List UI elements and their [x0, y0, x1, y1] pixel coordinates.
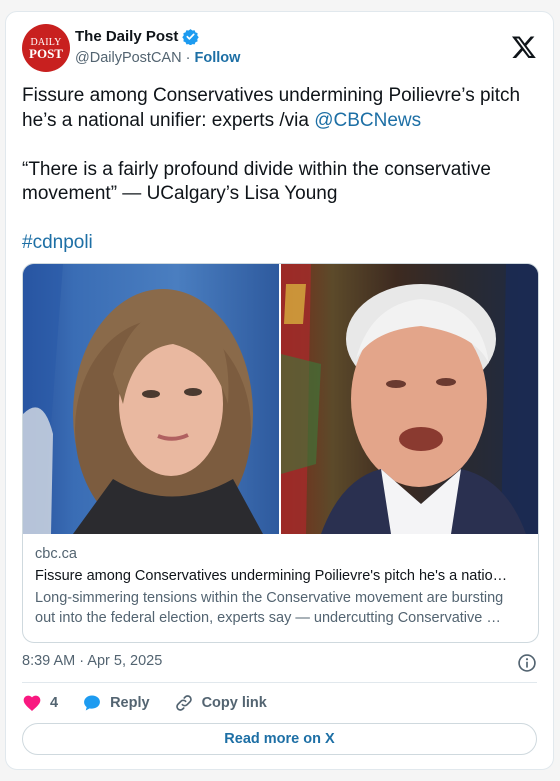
like-count: 4 — [50, 695, 59, 711]
reply-button[interactable]: Reply — [82, 693, 150, 713]
reply-label: Reply — [110, 695, 150, 711]
separator-dot: · — [185, 50, 191, 66]
avatar[interactable]: DAILY POST — [22, 24, 70, 72]
verified-badge-icon — [182, 29, 200, 45]
man-portrait-illustration — [280, 264, 538, 534]
preview-image[interactable] — [23, 264, 538, 534]
x-logo-icon[interactable] — [511, 34, 537, 60]
link-description: Long-simmering tensions within the Conse… — [35, 588, 527, 628]
divider — [22, 682, 537, 683]
embedded-post-card: DAILY POST The Daily Post @DailyPostCAN … — [5, 11, 554, 770]
link-domain: cbc.ca — [35, 546, 77, 562]
woman-portrait-illustration — [23, 264, 263, 534]
account-handle[interactable]: @DailyPostCAN — [75, 50, 182, 66]
post-header: DAILY POST The Daily Post @DailyPostCAN … — [22, 24, 537, 76]
name-row: The Daily Post — [75, 28, 200, 45]
heart-icon — [23, 695, 41, 711]
link-description-line-1: Long-simmering tensions within the Conse… — [35, 590, 504, 606]
hashtag-link[interactable]: #cdnpoli — [22, 232, 93, 253]
like-button[interactable]: 4 — [22, 693, 58, 713]
post-paragraph-1: Fissure among Conservatives undermining … — [22, 84, 537, 133]
link-preview-card[interactable]: cbc.ca Fissure among Conservatives under… — [22, 263, 539, 643]
timestamp-row: 8:39 AM · Apr 5, 2025 — [22, 653, 537, 673]
post-text: Fissure among Conservatives undermining … — [22, 84, 537, 280]
action-bar: 4 Reply Copy link — [22, 692, 291, 714]
link-description-line-2: out into the federal election, experts s… — [35, 610, 501, 626]
link-icon — [175, 695, 192, 711]
avatar-line2: POST — [29, 46, 63, 61]
info-icon[interactable] — [517, 653, 537, 673]
account-name[interactable]: The Daily Post — [75, 28, 178, 45]
post-paragraph-3: #cdnpoli — [22, 231, 537, 256]
link-meta: cbc.ca Fissure among Conservatives under… — [35, 546, 527, 628]
post-quote-text: “There is a fairly profound divide withi… — [22, 158, 491, 205]
reply-bubble-icon — [84, 695, 100, 711]
follow-button[interactable]: Follow — [194, 50, 240, 66]
preview-photo-right — [280, 264, 538, 534]
post-headline-text: Fissure among Conservatives undermining … — [22, 85, 521, 131]
post-timestamp[interactable]: 8:39 AM · Apr 5, 2025 — [22, 653, 162, 669]
read-more-button[interactable]: Read more on X — [22, 723, 537, 755]
preview-photo-left — [23, 264, 279, 534]
post-paragraph-2: “There is a fairly profound divide withi… — [22, 158, 537, 207]
link-title[interactable]: Fissure among Conservatives undermining … — [35, 568, 527, 584]
cbcnews-mention-link[interactable]: @CBCNews — [314, 110, 421, 131]
handle-row: @DailyPostCAN · Follow — [75, 50, 240, 66]
copy-link-label: Copy link — [201, 695, 267, 711]
copy-link-button[interactable]: Copy link — [174, 693, 267, 713]
